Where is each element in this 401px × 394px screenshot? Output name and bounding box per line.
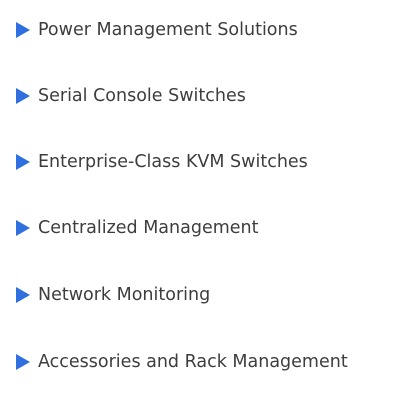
menu-item-serial-console[interactable]: Serial Console Switches — [16, 82, 246, 110]
menu-item-centralized-management[interactable]: Centralized Management — [16, 214, 259, 242]
menu-item-enterprise-kvm[interactable]: Enterprise-Class KVM Switches — [16, 148, 308, 176]
triangle-right-icon — [16, 88, 30, 104]
triangle-right-icon — [16, 154, 30, 170]
menu-item-label: Accessories and Rack Management — [38, 352, 348, 372]
menu-item-label: Enterprise-Class KVM Switches — [38, 152, 308, 172]
menu-item-accessories-rack[interactable]: Accessories and Rack Management — [16, 348, 348, 376]
menu-item-label: Serial Console Switches — [38, 86, 246, 106]
triangle-right-icon — [16, 220, 30, 236]
menu-item-label: Centralized Management — [38, 218, 259, 238]
triangle-right-icon — [16, 22, 30, 38]
triangle-right-icon — [16, 354, 30, 370]
menu-item-network-monitoring[interactable]: Network Monitoring — [16, 281, 210, 309]
triangle-right-icon — [16, 287, 30, 303]
menu-item-label: Network Monitoring — [38, 285, 211, 305]
menu-item-label: Power Management Solutions — [38, 20, 298, 40]
menu-item-power-management[interactable]: Power Management Solutions — [16, 16, 298, 44]
